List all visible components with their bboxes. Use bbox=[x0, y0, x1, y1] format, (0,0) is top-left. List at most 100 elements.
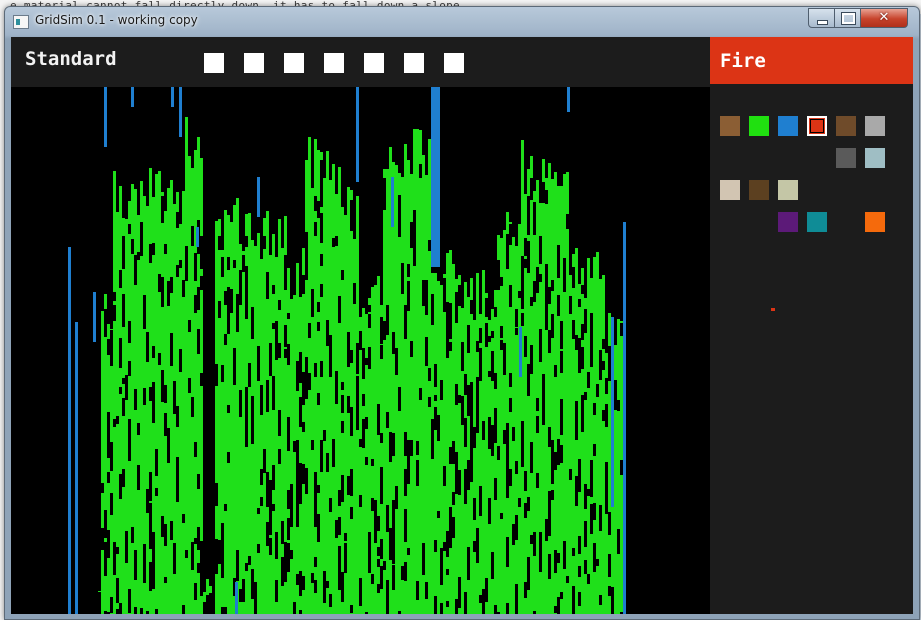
empty-cell bbox=[464, 598, 467, 611]
empty-cell bbox=[584, 492, 587, 509]
empty-cell bbox=[434, 364, 437, 387]
empty-cell bbox=[293, 602, 296, 614]
empty-cell bbox=[491, 331, 494, 338]
material-swatch-14[interactable] bbox=[865, 212, 885, 232]
empty-cell bbox=[347, 396, 350, 413]
empty-cell bbox=[275, 321, 278, 349]
empty-cell bbox=[509, 469, 512, 486]
brush-slot-6[interactable] bbox=[404, 53, 424, 73]
empty-cell bbox=[287, 313, 290, 319]
empty-cell bbox=[122, 378, 125, 384]
plant-column bbox=[548, 163, 551, 614]
empty-cell bbox=[500, 340, 503, 350]
material-swatch-7[interactable] bbox=[836, 148, 856, 168]
empty-cell bbox=[368, 305, 371, 312]
empty-cell bbox=[104, 510, 107, 538]
material-swatch-1[interactable] bbox=[720, 116, 740, 136]
title-bar[interactable]: GridSim 0.1 - working copy ✕ bbox=[5, 7, 919, 35]
empty-cell bbox=[377, 584, 380, 593]
empty-cell bbox=[458, 577, 461, 608]
material-swatch-9[interactable] bbox=[720, 180, 740, 200]
empty-cell bbox=[428, 368, 431, 381]
plant-column bbox=[137, 215, 140, 614]
close-button[interactable]: ✕ bbox=[860, 8, 908, 28]
empty-cell bbox=[227, 257, 230, 270]
empty-cell bbox=[299, 397, 302, 427]
simulation-grid[interactable] bbox=[11, 87, 710, 614]
empty-cell bbox=[260, 385, 263, 415]
empty-cell bbox=[110, 597, 113, 613]
material-swatch-8[interactable] bbox=[865, 148, 885, 168]
empty-cell bbox=[578, 566, 581, 577]
empty-cell bbox=[263, 236, 266, 249]
empty-cell bbox=[545, 519, 548, 541]
empty-cell bbox=[482, 421, 485, 440]
minimize-button[interactable] bbox=[808, 8, 835, 28]
material-swatch-4[interactable] bbox=[807, 116, 827, 136]
plant-column bbox=[518, 224, 521, 614]
empty-cell bbox=[506, 464, 509, 498]
empty-cell bbox=[494, 373, 497, 389]
plant-column bbox=[248, 213, 251, 614]
empty-cell bbox=[398, 387, 401, 411]
empty-cell bbox=[299, 610, 302, 614]
empty-cell bbox=[608, 512, 611, 535]
empty-cell bbox=[206, 595, 209, 614]
empty-cell bbox=[488, 498, 491, 524]
empty-cell bbox=[143, 304, 146, 329]
material-swatch-5[interactable] bbox=[836, 116, 856, 136]
empty-cell bbox=[143, 388, 146, 405]
material-swatch-11[interactable] bbox=[778, 180, 798, 200]
empty-cell bbox=[326, 581, 329, 588]
plant-column bbox=[185, 117, 188, 614]
brush-slot-3[interactable] bbox=[284, 53, 304, 73]
empty-cell bbox=[302, 372, 305, 390]
empty-cell bbox=[491, 351, 494, 381]
empty-cell bbox=[401, 566, 404, 580]
empty-cell bbox=[368, 314, 371, 328]
empty-cell bbox=[476, 377, 479, 387]
material-swatch-3[interactable] bbox=[778, 116, 798, 136]
simulation-canvas[interactable] bbox=[11, 87, 710, 614]
plant-column bbox=[101, 311, 104, 614]
plant-column bbox=[458, 275, 461, 614]
maximize-button[interactable] bbox=[834, 8, 861, 28]
empty-cell bbox=[245, 563, 248, 571]
material-swatch-10[interactable] bbox=[749, 180, 769, 200]
brush-slot-1[interactable] bbox=[204, 53, 224, 73]
empty-cell bbox=[584, 560, 587, 574]
empty-cell bbox=[179, 260, 182, 268]
empty-cell bbox=[395, 486, 398, 509]
empty-cell bbox=[302, 422, 305, 432]
empty-cell bbox=[584, 264, 587, 298]
brush-slot-5[interactable] bbox=[364, 53, 384, 73]
empty-cell bbox=[107, 612, 110, 614]
brush-slot-2[interactable] bbox=[244, 53, 264, 73]
empty-cell bbox=[596, 384, 599, 397]
empty-cell bbox=[359, 439, 362, 447]
empty-cell bbox=[341, 395, 344, 413]
plant-column bbox=[275, 257, 278, 614]
empty-cell bbox=[335, 384, 338, 404]
material-swatch-12[interactable] bbox=[778, 212, 798, 232]
empty-cell bbox=[191, 397, 194, 417]
material-swatch-2[interactable] bbox=[749, 116, 769, 136]
brush-slot-7[interactable] bbox=[444, 53, 464, 73]
plant-column bbox=[164, 211, 167, 614]
plant-column bbox=[194, 150, 197, 614]
empty-cell bbox=[554, 452, 557, 470]
empty-cell bbox=[128, 589, 131, 613]
empty-cell bbox=[257, 544, 260, 553]
empty-cell bbox=[137, 252, 140, 260]
empty-cell bbox=[578, 299, 581, 307]
empty-cell bbox=[176, 265, 179, 277]
empty-cell bbox=[590, 504, 593, 534]
empty-cell bbox=[515, 610, 518, 614]
empty-cell bbox=[173, 543, 176, 574]
material-swatch-6[interactable] bbox=[865, 116, 885, 136]
material-swatch-13[interactable] bbox=[807, 212, 827, 232]
empty-cell bbox=[299, 478, 302, 504]
empty-cell bbox=[227, 452, 230, 463]
brush-slot-4[interactable] bbox=[324, 53, 344, 73]
empty-cell bbox=[404, 469, 407, 496]
